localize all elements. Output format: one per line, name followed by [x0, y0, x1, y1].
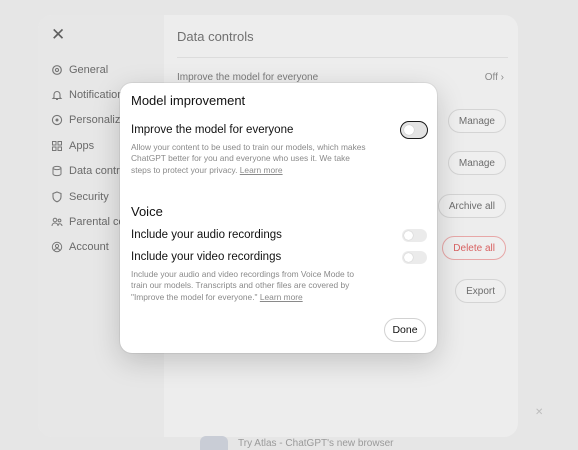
dialog-title: Model improvement — [131, 93, 246, 108]
sidebar-item-security[interactable]: Security — [50, 187, 109, 207]
improve-model-value: Off — [484, 72, 498, 83]
toggle-knob — [404, 124, 414, 135]
person-circle-icon — [50, 241, 63, 254]
toggle-knob — [404, 231, 413, 240]
video-recordings-label: Include your video recordings — [131, 251, 282, 263]
improve-model-label: Improve the model for everyone — [131, 124, 294, 136]
database-icon — [50, 165, 63, 178]
sidebar-item-label: Apps — [69, 140, 95, 152]
sidebar-item-label: General — [69, 64, 109, 76]
audio-recordings-label: Include your audio recordings — [131, 229, 282, 241]
atlas-banner[interactable]: Try Atlas - ChatGPT's new browser — [200, 436, 393, 450]
manage-button-1[interactable]: Manage — [447, 109, 506, 133]
improve-model-row-value[interactable]: Off › — [485, 72, 504, 83]
sidebar-item-label: Personaliza — [69, 114, 127, 126]
people-icon — [50, 216, 63, 229]
sidebar-item-data-controls[interactable]: Data contro — [50, 161, 126, 181]
personalization-icon — [50, 114, 63, 127]
improve-model-toggle[interactable] — [400, 121, 428, 139]
close-icon[interactable]: ✕ — [51, 26, 67, 43]
manage-button-2[interactable]: Manage — [447, 151, 506, 175]
bell-icon — [50, 89, 63, 102]
model-improvement-dialog: Model improvement Improve the model for … — [120, 83, 437, 353]
voice-description: Include your audio and video recordings … — [131, 269, 366, 303]
sidebar-item-label: Notification — [69, 89, 124, 101]
sidebar-item-parental-controls[interactable]: Parental co — [50, 212, 125, 232]
dismiss-icon[interactable]: ✕ — [535, 407, 543, 418]
improve-model-description: Allow your content to be used to train o… — [131, 142, 366, 176]
atlas-logo-icon — [200, 436, 228, 450]
shield-icon — [50, 191, 63, 204]
improve-model-row-label: Improve the model for everyone — [177, 72, 319, 83]
video-recordings-toggle[interactable] — [402, 251, 427, 264]
atlas-banner-text: Try Atlas - ChatGPT's new browser — [238, 437, 394, 449]
chevron-right-icon: › — [500, 72, 504, 83]
sidebar-item-label: Data contro — [69, 165, 126, 177]
sidebar-item-general[interactable]: General — [50, 60, 108, 80]
sidebar-item-notifications[interactable]: Notification — [50, 85, 123, 105]
sidebar-item-apps[interactable]: Apps — [50, 136, 94, 156]
toggle-knob — [404, 253, 413, 262]
learn-more-link[interactable]: Learn more — [240, 165, 283, 175]
export-button[interactable]: Export — [455, 279, 506, 303]
sidebar-item-label: Parental co — [69, 216, 125, 228]
page-title: Data controls — [177, 29, 254, 44]
divider — [177, 57, 508, 58]
audio-recordings-toggle[interactable] — [402, 229, 427, 242]
voice-description-text: Include your audio and video recordings … — [131, 269, 354, 302]
sidebar-item-personalization[interactable]: Personaliza — [50, 110, 126, 130]
sidebar-item-label: Security — [69, 191, 109, 203]
archive-all-button[interactable]: Archive all — [437, 194, 506, 218]
voice-section-title: Voice — [131, 204, 163, 219]
sidebar-item-label: Account — [69, 241, 109, 253]
apps-grid-icon — [50, 140, 63, 153]
done-button[interactable]: Done — [384, 318, 426, 342]
gear-icon — [50, 64, 63, 77]
learn-more-link[interactable]: Learn more — [260, 292, 303, 302]
delete-all-button[interactable]: Delete all — [442, 236, 506, 260]
sidebar-item-account[interactable]: Account — [50, 237, 109, 257]
